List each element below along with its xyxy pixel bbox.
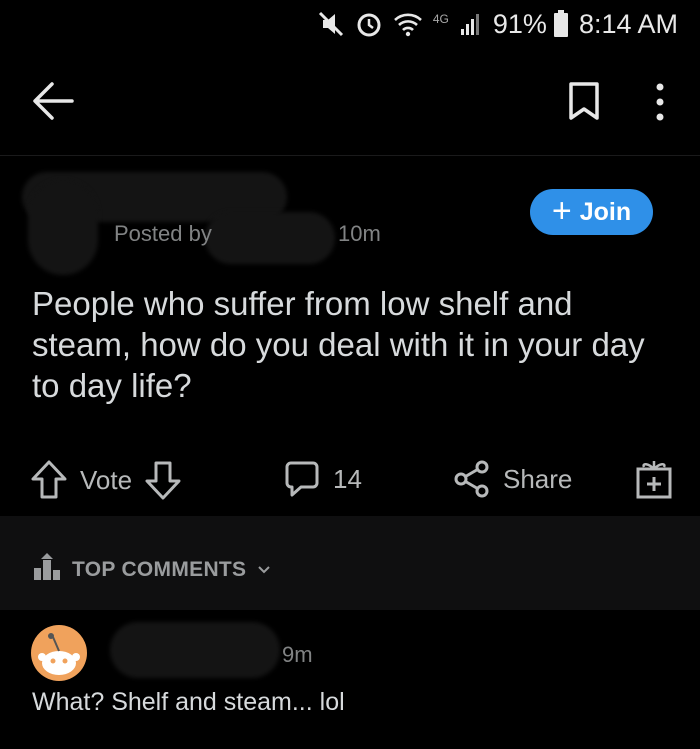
trophy-icon [32, 552, 62, 588]
comment-body: What? Shelf and steam... lol [32, 688, 345, 716]
award-button[interactable] [636, 457, 672, 499]
sort-label: TOP COMMENTS [72, 558, 247, 581]
bookmark-icon[interactable] [566, 80, 602, 122]
comment-time: 9m [282, 642, 313, 667]
redacted-comment-username [110, 622, 280, 678]
post-time: 10m [338, 221, 381, 246]
redacted-community-icon [28, 180, 98, 275]
comment-item [0, 610, 700, 749]
clock: 8:14 AM [578, 8, 678, 39]
share-label: Share [503, 463, 573, 494]
gift-icon [636, 457, 672, 499]
share-button[interactable]: Share [453, 459, 572, 499]
plus-icon: + [551, 191, 572, 230]
share-icon [453, 459, 491, 499]
status-bar: 4G 91% 8:14 AM [0, 0, 700, 48]
alarm-icon [355, 9, 383, 39]
vote-label: Vote [80, 464, 133, 495]
appbar-divider [0, 155, 700, 156]
redacted-username [205, 212, 335, 264]
avatar[interactable] [31, 625, 87, 681]
comment-count: 14 [333, 463, 362, 494]
battery-icon [553, 9, 569, 39]
join-button[interactable]: + Join [530, 189, 653, 235]
signal-icon [459, 9, 483, 39]
comment-icon [283, 459, 321, 499]
network-type-label: 4G [432, 12, 449, 26]
wifi-icon [393, 9, 423, 39]
downvote-icon[interactable] [144, 459, 182, 501]
vote-control: Vote [30, 459, 182, 501]
post-title: People who suffer from low shelf and ste… [32, 285, 645, 404]
comments-button[interactable]: 14 [283, 459, 362, 499]
mute-icon [317, 9, 345, 39]
back-arrow-icon[interactable] [30, 78, 76, 124]
comment-sort-bar[interactable]: TOP COMMENTS [0, 516, 700, 610]
join-label: Join [579, 197, 632, 226]
battery-percent: 91% [492, 8, 547, 39]
post-action-bar: Vote 14 Share [0, 455, 700, 505]
posted-by-label: Posted by [114, 221, 212, 246]
more-options-icon[interactable] [648, 80, 672, 124]
app-bar [0, 48, 700, 153]
upvote-icon[interactable] [30, 459, 68, 501]
chevron-down-icon [256, 558, 272, 582]
